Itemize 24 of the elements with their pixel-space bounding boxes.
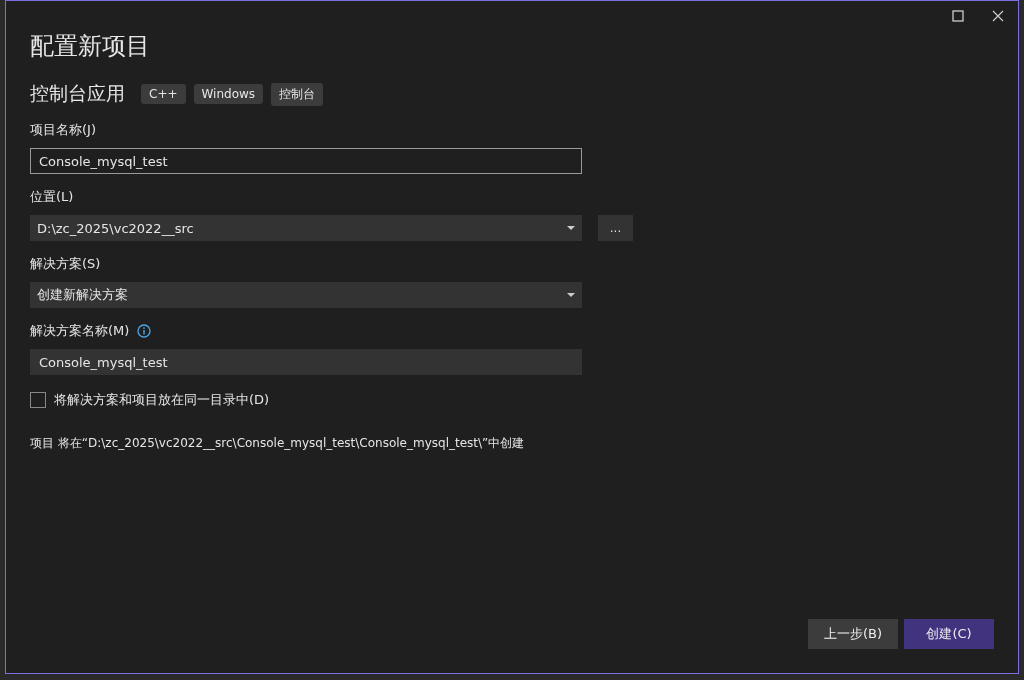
back-button[interactable]: 上一步(B): [808, 619, 898, 649]
text-field[interactable]: Console_mysql_test: [30, 349, 582, 375]
create-button[interactable]: 创建(C): [904, 619, 994, 649]
summary-text: 项目 将在“D:\zc_2025\vc2022__src\Console_mysql_test\Console_mysql_test\”中创建: [30, 435, 526, 452]
dropdown[interactable]: 创建新解决方案: [30, 282, 582, 308]
dialog-title: 配置新项目: [30, 31, 151, 61]
dropdown-caret-icon: [567, 293, 575, 297]
tag: Windows: [193, 84, 264, 104]
tag: C++: [141, 84, 186, 104]
info-icon[interactable]: [137, 324, 152, 338]
field-label: 位置(L): [30, 188, 74, 206]
field-label: 解决方案(S): [30, 255, 101, 273]
tag: 控制台: [271, 82, 324, 106]
template-name: 控制台应用: [30, 81, 125, 106]
close-icon[interactable]: [992, 10, 1004, 22]
field-label: 解决方案名称(M): [30, 322, 130, 340]
text-field[interactable]: Console_mysql_test: [30, 148, 582, 174]
browse-button[interactable]: ...: [598, 215, 633, 241]
checkbox[interactable]: [30, 392, 46, 408]
dropdown[interactable]: D:\zc_2025\vc2022__src: [30, 215, 582, 241]
field-label: 项目名称(J): [30, 121, 96, 139]
maximize-icon[interactable]: [952, 10, 964, 22]
dropdown-caret-icon: [567, 226, 575, 230]
checkbox-label: 将解决方案和项目放在同一目录中(D): [54, 391, 270, 409]
